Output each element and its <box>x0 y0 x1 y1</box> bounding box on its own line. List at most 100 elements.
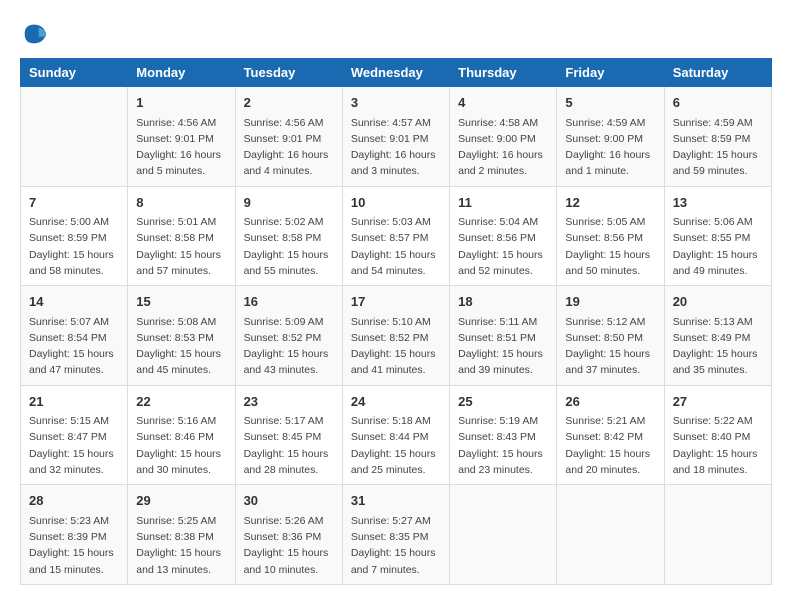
day-content: Sunrise: 5:05 AM Sunset: 8:56 PM Dayligh… <box>565 214 655 279</box>
day-content: Sunrise: 5:21 AM Sunset: 8:42 PM Dayligh… <box>565 413 655 478</box>
day-content: Sunrise: 5:17 AM Sunset: 8:45 PM Dayligh… <box>244 413 334 478</box>
day-number: 25 <box>458 392 548 412</box>
calendar-cell: 14Sunrise: 5:07 AM Sunset: 8:54 PM Dayli… <box>21 286 128 386</box>
day-content: Sunrise: 5:25 AM Sunset: 8:38 PM Dayligh… <box>136 513 226 578</box>
day-number: 18 <box>458 292 548 312</box>
day-number: 9 <box>244 193 334 213</box>
calendar-cell: 24Sunrise: 5:18 AM Sunset: 8:44 PM Dayli… <box>342 385 449 485</box>
day-content: Sunrise: 5:10 AM Sunset: 8:52 PM Dayligh… <box>351 314 441 379</box>
week-row-4: 21Sunrise: 5:15 AM Sunset: 8:47 PM Dayli… <box>21 385 772 485</box>
day-content: Sunrise: 5:08 AM Sunset: 8:53 PM Dayligh… <box>136 314 226 379</box>
day-number: 17 <box>351 292 441 312</box>
day-content: Sunrise: 5:12 AM Sunset: 8:50 PM Dayligh… <box>565 314 655 379</box>
day-content: Sunrise: 4:56 AM Sunset: 9:01 PM Dayligh… <box>136 115 226 180</box>
calendar-cell: 20Sunrise: 5:13 AM Sunset: 8:49 PM Dayli… <box>664 286 771 386</box>
calendar-cell: 29Sunrise: 5:25 AM Sunset: 8:38 PM Dayli… <box>128 485 235 585</box>
logo <box>20 20 52 48</box>
day-content: Sunrise: 5:00 AM Sunset: 8:59 PM Dayligh… <box>29 214 119 279</box>
calendar-cell: 13Sunrise: 5:06 AM Sunset: 8:55 PM Dayli… <box>664 186 771 286</box>
calendar-cell <box>557 485 664 585</box>
day-content: Sunrise: 4:57 AM Sunset: 9:01 PM Dayligh… <box>351 115 441 180</box>
day-content: Sunrise: 4:59 AM Sunset: 8:59 PM Dayligh… <box>673 115 763 180</box>
day-number: 13 <box>673 193 763 213</box>
day-number: 27 <box>673 392 763 412</box>
day-number: 24 <box>351 392 441 412</box>
calendar-cell: 15Sunrise: 5:08 AM Sunset: 8:53 PM Dayli… <box>128 286 235 386</box>
day-number: 22 <box>136 392 226 412</box>
day-number: 29 <box>136 491 226 511</box>
week-row-3: 14Sunrise: 5:07 AM Sunset: 8:54 PM Dayli… <box>21 286 772 386</box>
day-content: Sunrise: 5:16 AM Sunset: 8:46 PM Dayligh… <box>136 413 226 478</box>
page-header <box>20 20 772 48</box>
day-content: Sunrise: 4:58 AM Sunset: 9:00 PM Dayligh… <box>458 115 548 180</box>
day-content: Sunrise: 5:01 AM Sunset: 8:58 PM Dayligh… <box>136 214 226 279</box>
day-number: 26 <box>565 392 655 412</box>
day-content: Sunrise: 5:13 AM Sunset: 8:49 PM Dayligh… <box>673 314 763 379</box>
calendar-cell: 7Sunrise: 5:00 AM Sunset: 8:59 PM Daylig… <box>21 186 128 286</box>
calendar-cell: 27Sunrise: 5:22 AM Sunset: 8:40 PM Dayli… <box>664 385 771 485</box>
day-number: 3 <box>351 93 441 113</box>
calendar-cell: 23Sunrise: 5:17 AM Sunset: 8:45 PM Dayli… <box>235 385 342 485</box>
header-thursday: Thursday <box>450 59 557 87</box>
calendar-cell: 12Sunrise: 5:05 AM Sunset: 8:56 PM Dayli… <box>557 186 664 286</box>
calendar-cell: 26Sunrise: 5:21 AM Sunset: 8:42 PM Dayli… <box>557 385 664 485</box>
day-content: Sunrise: 5:19 AM Sunset: 8:43 PM Dayligh… <box>458 413 548 478</box>
day-number: 20 <box>673 292 763 312</box>
day-content: Sunrise: 5:27 AM Sunset: 8:35 PM Dayligh… <box>351 513 441 578</box>
day-number: 1 <box>136 93 226 113</box>
header-monday: Monday <box>128 59 235 87</box>
header-tuesday: Tuesday <box>235 59 342 87</box>
header-friday: Friday <box>557 59 664 87</box>
calendar-cell: 16Sunrise: 5:09 AM Sunset: 8:52 PM Dayli… <box>235 286 342 386</box>
calendar-cell: 31Sunrise: 5:27 AM Sunset: 8:35 PM Dayli… <box>342 485 449 585</box>
calendar-cell: 28Sunrise: 5:23 AM Sunset: 8:39 PM Dayli… <box>21 485 128 585</box>
day-number: 30 <box>244 491 334 511</box>
day-content: Sunrise: 5:18 AM Sunset: 8:44 PM Dayligh… <box>351 413 441 478</box>
day-number: 7 <box>29 193 119 213</box>
day-content: Sunrise: 4:56 AM Sunset: 9:01 PM Dayligh… <box>244 115 334 180</box>
day-number: 6 <box>673 93 763 113</box>
header-sunday: Sunday <box>21 59 128 87</box>
calendar-cell: 17Sunrise: 5:10 AM Sunset: 8:52 PM Dayli… <box>342 286 449 386</box>
day-content: Sunrise: 5:09 AM Sunset: 8:52 PM Dayligh… <box>244 314 334 379</box>
calendar-cell: 5Sunrise: 4:59 AM Sunset: 9:00 PM Daylig… <box>557 87 664 187</box>
day-content: Sunrise: 5:23 AM Sunset: 8:39 PM Dayligh… <box>29 513 119 578</box>
header-saturday: Saturday <box>664 59 771 87</box>
day-number: 5 <box>565 93 655 113</box>
day-number: 15 <box>136 292 226 312</box>
calendar-cell: 30Sunrise: 5:26 AM Sunset: 8:36 PM Dayli… <box>235 485 342 585</box>
calendar-cell: 6Sunrise: 4:59 AM Sunset: 8:59 PM Daylig… <box>664 87 771 187</box>
day-content: Sunrise: 4:59 AM Sunset: 9:00 PM Dayligh… <box>565 115 655 180</box>
calendar-cell: 10Sunrise: 5:03 AM Sunset: 8:57 PM Dayli… <box>342 186 449 286</box>
header-wednesday: Wednesday <box>342 59 449 87</box>
day-number: 16 <box>244 292 334 312</box>
day-content: Sunrise: 5:06 AM Sunset: 8:55 PM Dayligh… <box>673 214 763 279</box>
calendar-cell: 4Sunrise: 4:58 AM Sunset: 9:00 PM Daylig… <box>450 87 557 187</box>
day-number: 12 <box>565 193 655 213</box>
calendar-cell: 8Sunrise: 5:01 AM Sunset: 8:58 PM Daylig… <box>128 186 235 286</box>
calendar-header-row: SundayMondayTuesdayWednesdayThursdayFrid… <box>21 59 772 87</box>
day-number: 4 <box>458 93 548 113</box>
calendar-table: SundayMondayTuesdayWednesdayThursdayFrid… <box>20 58 772 585</box>
day-number: 31 <box>351 491 441 511</box>
day-number: 19 <box>565 292 655 312</box>
week-row-2: 7Sunrise: 5:00 AM Sunset: 8:59 PM Daylig… <box>21 186 772 286</box>
day-content: Sunrise: 5:02 AM Sunset: 8:58 PM Dayligh… <box>244 214 334 279</box>
calendar-cell: 21Sunrise: 5:15 AM Sunset: 8:47 PM Dayli… <box>21 385 128 485</box>
calendar-cell <box>664 485 771 585</box>
day-content: Sunrise: 5:11 AM Sunset: 8:51 PM Dayligh… <box>458 314 548 379</box>
calendar-cell: 11Sunrise: 5:04 AM Sunset: 8:56 PM Dayli… <box>450 186 557 286</box>
day-number: 23 <box>244 392 334 412</box>
calendar-cell: 9Sunrise: 5:02 AM Sunset: 8:58 PM Daylig… <box>235 186 342 286</box>
day-content: Sunrise: 5:03 AM Sunset: 8:57 PM Dayligh… <box>351 214 441 279</box>
day-content: Sunrise: 5:15 AM Sunset: 8:47 PM Dayligh… <box>29 413 119 478</box>
day-number: 10 <box>351 193 441 213</box>
day-content: Sunrise: 5:22 AM Sunset: 8:40 PM Dayligh… <box>673 413 763 478</box>
calendar-cell <box>450 485 557 585</box>
day-number: 11 <box>458 193 548 213</box>
day-content: Sunrise: 5:04 AM Sunset: 8:56 PM Dayligh… <box>458 214 548 279</box>
calendar-cell <box>21 87 128 187</box>
day-content: Sunrise: 5:26 AM Sunset: 8:36 PM Dayligh… <box>244 513 334 578</box>
calendar-cell: 18Sunrise: 5:11 AM Sunset: 8:51 PM Dayli… <box>450 286 557 386</box>
day-number: 2 <box>244 93 334 113</box>
